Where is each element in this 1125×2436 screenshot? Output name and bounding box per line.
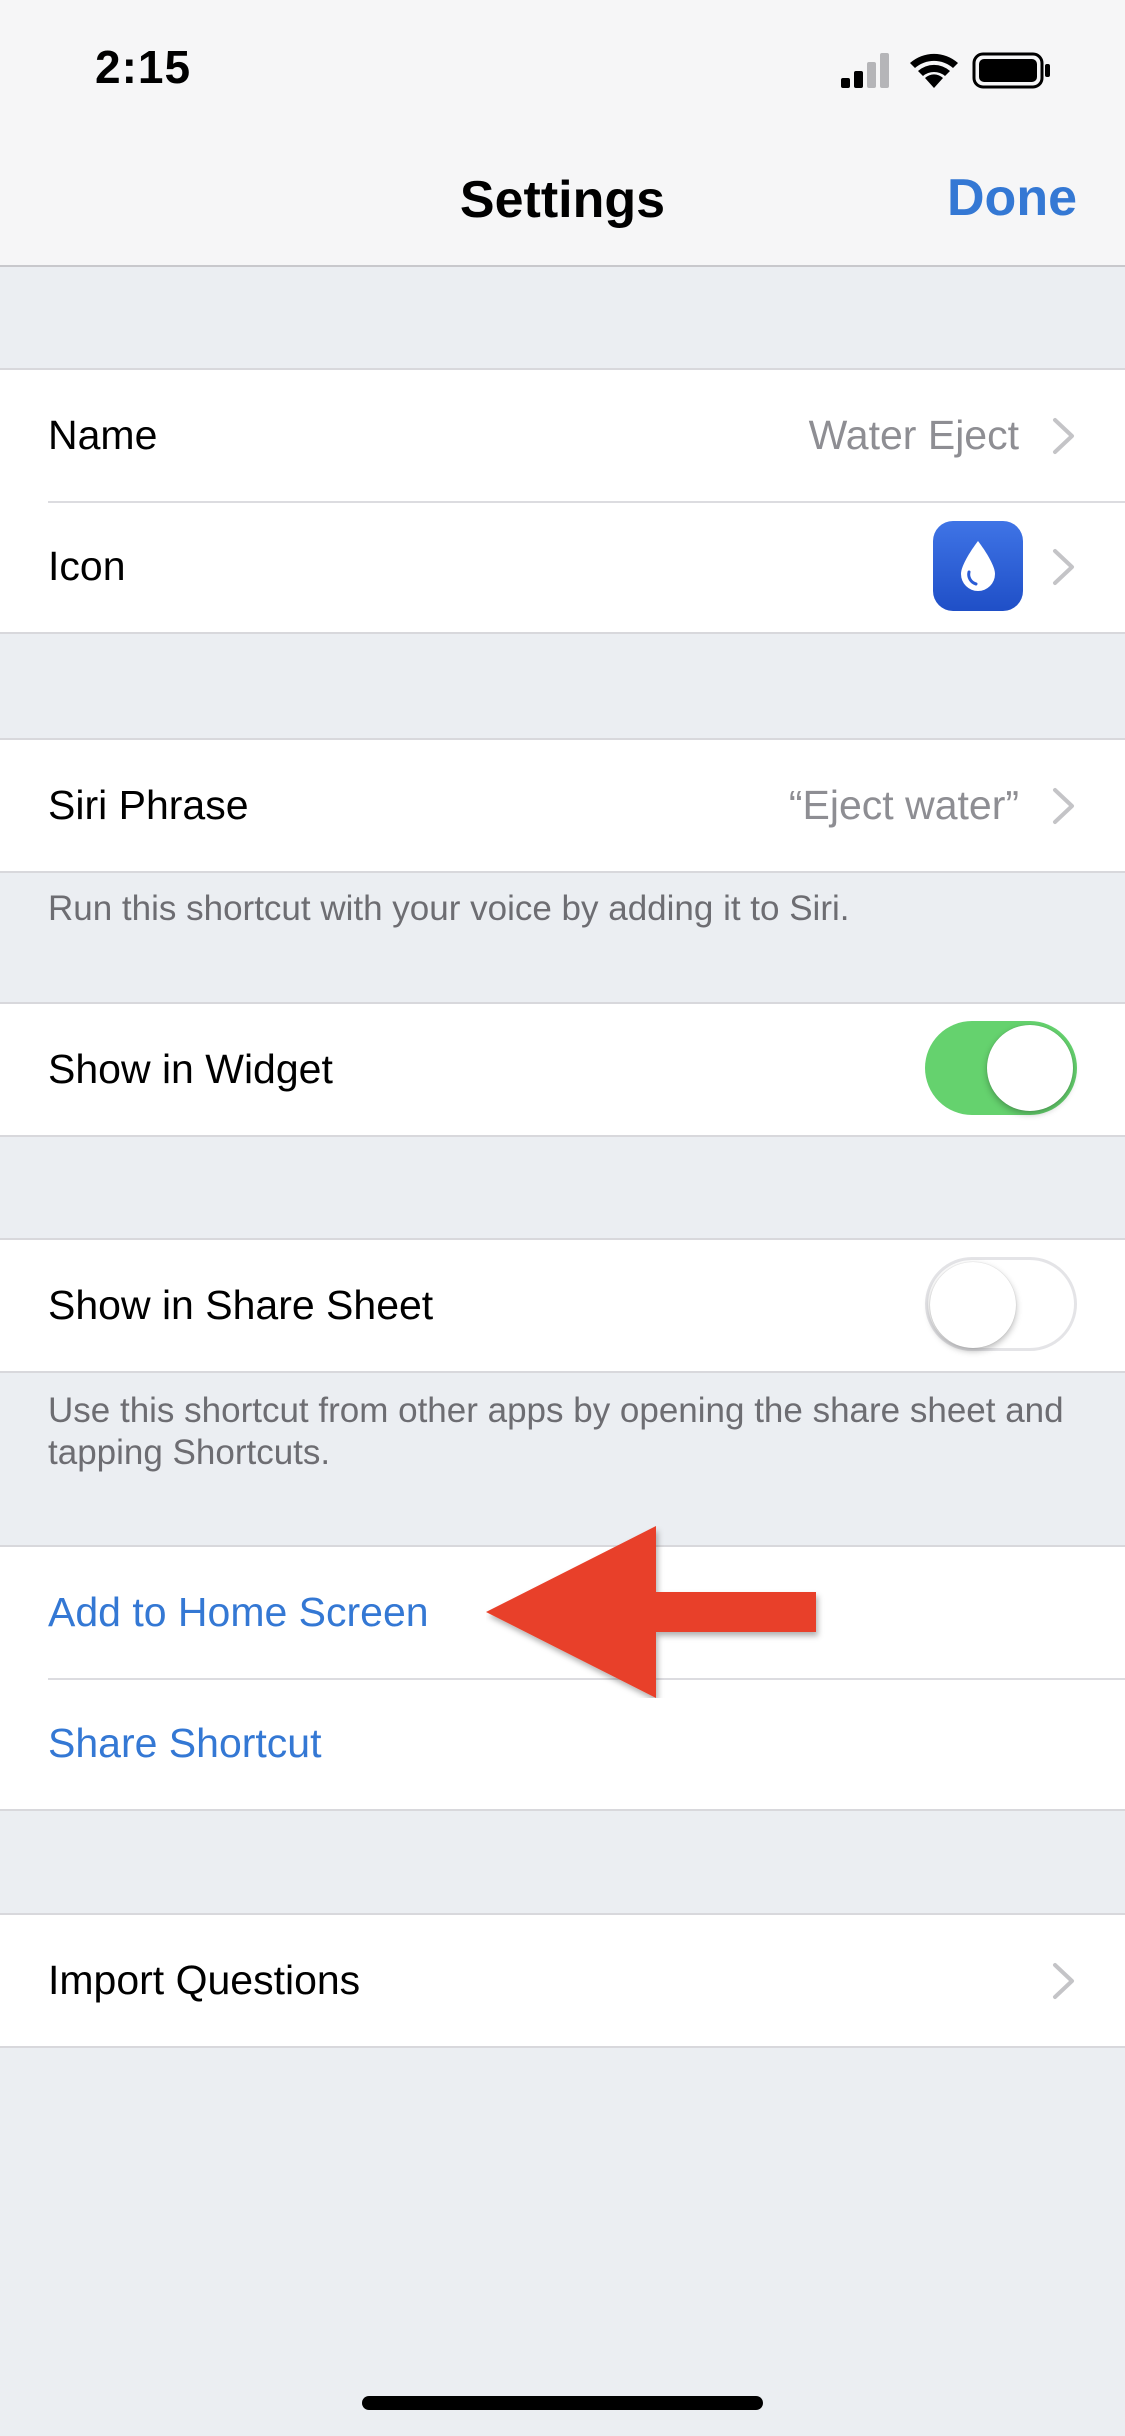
add-to-home-screen-button[interactable]: Add to Home Screen xyxy=(48,1547,429,1678)
chevron-right-icon xyxy=(1053,788,1074,824)
toggle-knob xyxy=(987,1025,1073,1111)
cellular-signal-icon xyxy=(841,53,889,88)
water-drop-icon xyxy=(961,541,995,591)
name-label: Name xyxy=(48,412,158,458)
status-time: 2:15 xyxy=(95,41,192,93)
siri-phrase-value: “Eject water” xyxy=(788,782,1019,828)
battery-icon xyxy=(972,52,1050,89)
navigation-bar: Settings Done xyxy=(0,132,1125,267)
icon-label: Icon xyxy=(48,543,126,589)
siri-footnote: Run this shortcut with your voice by add… xyxy=(48,889,850,928)
chevron-right-icon xyxy=(1053,418,1074,454)
siri-phrase-row[interactable]: Siri Phrase “Eject water” xyxy=(0,740,1125,871)
show-in-widget-label: Show in Widget xyxy=(48,1046,333,1092)
show-in-share-sheet-label: Show in Share Sheet xyxy=(48,1282,434,1328)
show-in-share-sheet-toggle[interactable] xyxy=(925,1257,1077,1351)
widget-group: Show in Widget xyxy=(0,1002,1125,1137)
status-icons xyxy=(841,48,1081,92)
wifi-icon xyxy=(910,53,958,88)
siri-group: Siri Phrase “Eject water” xyxy=(0,738,1125,873)
share-sheet-footnote: Use this shortcut from other apps by ope… xyxy=(48,1391,1064,1472)
status-bar: 2:15 xyxy=(0,0,1125,132)
shortcut-app-icon[interactable] xyxy=(933,521,1023,611)
done-button[interactable]: Done xyxy=(947,168,1077,228)
import-questions-label: Import Questions xyxy=(48,1957,361,2003)
share-sheet-group: Show in Share Sheet xyxy=(0,1238,1125,1373)
siri-phrase-label: Siri Phrase xyxy=(48,782,249,828)
home-indicator[interactable] xyxy=(362,2396,763,2410)
import-group: Import Questions xyxy=(0,1913,1125,2048)
icon-row[interactable]: Icon xyxy=(0,501,1125,632)
name-value: Water Eject xyxy=(808,412,1019,458)
name-row[interactable]: Name Water Eject xyxy=(0,370,1125,501)
chevron-right-icon xyxy=(1053,1963,1074,1999)
toggle-knob xyxy=(930,1262,1016,1348)
red-arrow-icon xyxy=(486,1526,816,1698)
chevron-right-icon xyxy=(1053,549,1074,585)
show-in-widget-toggle[interactable] xyxy=(925,1021,1077,1115)
widget-row: Show in Widget xyxy=(0,1004,1125,1135)
share-shortcut-button[interactable]: Share Shortcut xyxy=(48,1678,322,1809)
import-questions-row[interactable]: Import Questions xyxy=(0,1915,1125,2046)
share-sheet-row: Show in Share Sheet xyxy=(0,1240,1125,1371)
identity-group: Name Water Eject Icon xyxy=(0,368,1125,634)
